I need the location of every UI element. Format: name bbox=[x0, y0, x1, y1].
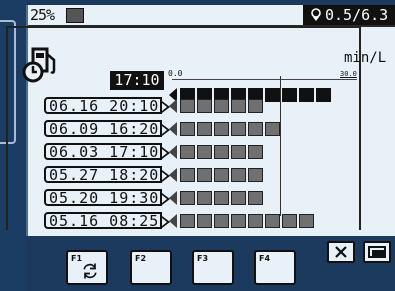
history-date-label: 05.16 08:25 bbox=[44, 212, 170, 229]
history-bar-segment bbox=[231, 191, 246, 205]
hourmeter-value: 0.5/6.3 bbox=[325, 6, 389, 24]
current-bar-segment bbox=[316, 88, 331, 102]
f1-refresh-button[interactable]: F1 bbox=[66, 250, 108, 285]
history-bar-segment bbox=[197, 214, 212, 228]
f3-label: F3 bbox=[197, 254, 209, 263]
hourmeter: 0.5/6.3 bbox=[303, 5, 395, 25]
fuel-pump-icon bbox=[22, 47, 56, 83]
history-bar-segment bbox=[231, 214, 246, 228]
f4-label: F4 bbox=[259, 254, 271, 263]
history-bar-segment bbox=[197, 122, 212, 136]
scale-min-label: 0.0 bbox=[168, 69, 183, 78]
history-bar-segment bbox=[214, 145, 229, 159]
history-bar-segment bbox=[214, 214, 229, 228]
history-bar-segment bbox=[214, 191, 229, 205]
history-bar-segment bbox=[214, 122, 229, 136]
history-bar-segment bbox=[180, 122, 195, 136]
history-bar-segment bbox=[180, 145, 195, 159]
history-bar-segment bbox=[180, 214, 195, 228]
bar-pointer-arrow bbox=[169, 122, 177, 136]
function-key-bar: F1 F2 F3 F4 bbox=[26, 236, 395, 291]
status-bar: 25% 0.5/6.3 bbox=[28, 5, 395, 27]
history-bar-segment bbox=[214, 99, 229, 113]
history-bar-segment bbox=[197, 168, 212, 182]
history-bar-segment bbox=[248, 168, 263, 182]
history-bar-segment bbox=[231, 99, 246, 113]
history-bar-segment bbox=[265, 122, 280, 136]
return-icon bbox=[368, 246, 386, 258]
history-bar-segment bbox=[180, 99, 195, 113]
history-bar-segment bbox=[248, 122, 263, 136]
f3-button[interactable]: F3 bbox=[192, 250, 234, 285]
bar-pointer-arrow bbox=[169, 214, 177, 228]
history-bar-segment bbox=[197, 99, 212, 113]
history-row: 05.20 19:30 bbox=[44, 189, 170, 206]
history-row: 05.27 18:20 bbox=[44, 166, 170, 183]
history-bar-segment bbox=[180, 168, 195, 182]
history-bar-segment bbox=[197, 191, 212, 205]
history-bar-segment bbox=[265, 214, 280, 228]
chart-top-axis bbox=[172, 79, 357, 80]
history-bar-segment bbox=[248, 214, 263, 228]
return-button[interactable] bbox=[363, 241, 391, 263]
fuel-level-text: 25% bbox=[30, 6, 55, 24]
history-row: 05.16 08:25 bbox=[44, 212, 170, 229]
f2-button[interactable]: F2 bbox=[130, 250, 172, 285]
scale-max-label: 30.0 bbox=[340, 70, 357, 78]
history-date-label: 06.16 20:10 bbox=[44, 97, 170, 114]
history-row: 06.03 17:10 bbox=[44, 143, 170, 160]
history-date-label: 05.20 19:30 bbox=[44, 189, 170, 206]
history-date-label: 06.09 16:20 bbox=[44, 120, 170, 137]
history-bar-segment bbox=[248, 145, 263, 159]
history-bar-segment bbox=[231, 168, 246, 182]
close-icon bbox=[335, 246, 347, 258]
history-row: 06.16 20:10 bbox=[44, 97, 170, 114]
history-row: 06.09 16:20 bbox=[44, 120, 170, 137]
f2-label: F2 bbox=[135, 254, 147, 263]
unit-label: min/L bbox=[344, 50, 387, 66]
bar-pointer-arrow bbox=[169, 191, 177, 205]
current-bar-segment bbox=[299, 88, 314, 102]
history-bar-segment bbox=[248, 191, 263, 205]
history-bar-segment bbox=[231, 145, 246, 159]
history-bar-segment bbox=[214, 168, 229, 182]
current-bar-segment bbox=[265, 88, 280, 102]
history-bar-segment bbox=[180, 191, 195, 205]
current-bar-segment bbox=[282, 88, 297, 102]
bar-pointer-arrow bbox=[169, 168, 177, 182]
history-bar-segment bbox=[231, 122, 246, 136]
bar-pointer-arrow bbox=[169, 145, 177, 159]
history-bar-segment bbox=[299, 214, 314, 228]
history-date-label: 06.03 17:10 bbox=[44, 143, 170, 160]
f4-button[interactable]: F4 bbox=[254, 250, 296, 285]
fuel-gauge-icon bbox=[66, 8, 84, 23]
history-bar-segment bbox=[248, 99, 263, 113]
history-bar-segment bbox=[197, 145, 212, 159]
chart-reference-line bbox=[280, 76, 281, 216]
hourglass-icon bbox=[311, 8, 321, 21]
refresh-icon bbox=[83, 263, 97, 279]
bar-pointer-arrow bbox=[169, 99, 177, 113]
history-bar-segment bbox=[282, 214, 297, 228]
close-button[interactable] bbox=[327, 241, 355, 263]
history-date-label: 05.27 18:20 bbox=[44, 166, 170, 183]
current-session-label: 17:10 bbox=[110, 71, 164, 90]
